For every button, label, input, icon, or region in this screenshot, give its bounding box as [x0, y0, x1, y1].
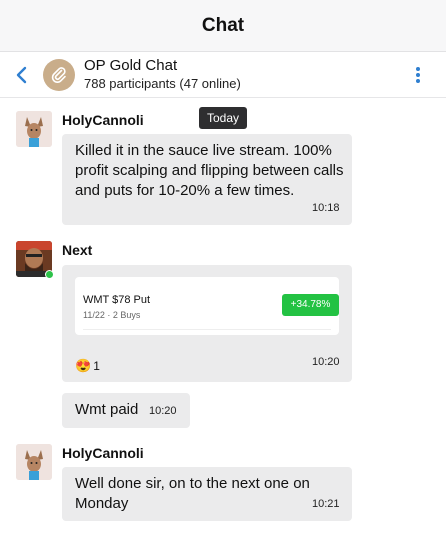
sender-name[interactable]: HolyCannoli	[62, 445, 144, 461]
chat-header: OP Gold Chat 788 participants (47 online…	[0, 52, 446, 98]
message-text: Well done sir, on to the next one on Mon…	[75, 475, 310, 512]
avatar[interactable]	[16, 444, 52, 480]
sender-name[interactable]: Next	[62, 242, 92, 258]
online-indicator	[45, 270, 54, 279]
trade-card[interactable]: WMT $78 Put 11/22 · 2 Buys +34.78%	[75, 277, 339, 335]
message-text: Wmt paid	[75, 401, 139, 418]
reaction[interactable]: 😍 1	[75, 358, 100, 374]
reaction-count: 1	[93, 359, 100, 373]
chevron-left-icon	[16, 66, 27, 84]
trade-title: WMT $78 Put	[83, 294, 151, 306]
kebab-dot	[416, 67, 420, 71]
chat-name[interactable]: OP Gold Chat	[84, 57, 177, 74]
heart-eyes-emoji-icon: 😍	[75, 358, 92, 373]
message-bubble: Well done sir, on to the next one on Mon…	[62, 467, 352, 521]
participants-count: 788 participants (47 online)	[84, 76, 241, 91]
top-bar: Chat	[0, 0, 446, 52]
dog-avatar-icon	[16, 111, 52, 147]
message-time: 10:18	[312, 202, 340, 214]
kebab-dot	[416, 73, 420, 77]
message-bubble: Wmt paid 10:20	[62, 393, 190, 428]
avatar[interactable]	[16, 111, 52, 147]
sender-name[interactable]: HolyCannoli	[62, 112, 144, 128]
trade-meta: 11/22 · 2 Buys	[83, 310, 141, 320]
kebab-dot	[416, 79, 420, 83]
page-title: Chat	[201, 14, 245, 36]
paperclip-icon	[51, 67, 66, 83]
dog-avatar-icon	[16, 444, 52, 480]
message-time: 10:20	[312, 356, 340, 368]
message-time: 10:21	[312, 498, 340, 510]
date-divider: Today	[199, 107, 248, 129]
message-time: 10:20	[149, 405, 177, 417]
message-text: Killed it in the sauce live stream. 100%…	[75, 142, 344, 199]
more-options-button[interactable]	[408, 64, 428, 86]
group-avatar[interactable]	[43, 59, 75, 91]
gain-badge: +34.78%	[282, 294, 339, 316]
message-bubble: Killed it in the sauce live stream. 100%…	[62, 134, 352, 225]
back-button[interactable]	[14, 63, 30, 87]
divider	[83, 329, 331, 330]
